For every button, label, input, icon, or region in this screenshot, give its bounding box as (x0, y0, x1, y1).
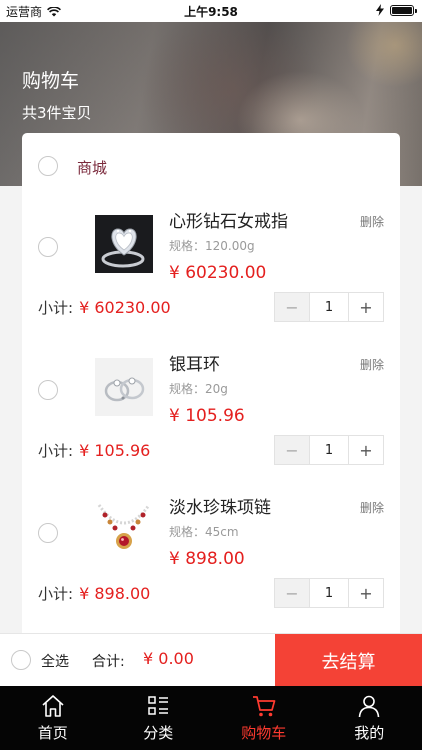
item-name[interactable]: 淡水珍珠项链 (169, 493, 271, 518)
subtotal-value: ¥ 105.96 (79, 441, 151, 460)
item-count: 共3件宝贝 (22, 104, 92, 122)
category-icon (148, 696, 169, 715)
quantity-value[interactable]: 1 (309, 293, 349, 321)
total-value: ¥ 0.00 (143, 649, 194, 668)
select-all-radio[interactable] (11, 650, 31, 670)
checkout-bar: 全选 合计: ¥ 0.00 去结算 (0, 633, 422, 687)
total-label: 合计: (92, 654, 125, 670)
battery-icon (390, 4, 417, 16)
silver-earrings-image[interactable] (95, 358, 153, 416)
item-spec: 规格：120.00g (169, 239, 255, 253)
item-price: ¥ 898.00 (169, 549, 245, 569)
quantity-value[interactable]: 1 (309, 436, 349, 464)
heart-diamond-ring-image[interactable] (95, 215, 153, 273)
shop-row: 商城 (22, 133, 400, 195)
clock: 上午9:58 (184, 5, 238, 19)
status-bar: 运营商 上午9:58 (0, 0, 422, 22)
delete-button[interactable]: 删除 (360, 356, 384, 373)
item-name[interactable]: 心形钻石女戒指 (169, 207, 288, 232)
item-subtotal: 小计: ¥ 105.96 (38, 440, 150, 461)
delete-button[interactable]: 删除 (360, 213, 384, 230)
increase-button[interactable]: + (349, 293, 383, 321)
tab-label: 我的 (354, 724, 385, 742)
cart-item: 心形钻石女戒指 规格：120.00g 删除 ¥ 60230.00 小计: ¥ 6… (22, 195, 400, 338)
item-subtotal: 小计: ¥ 898.00 (38, 583, 150, 604)
tab-label: 分类 (143, 724, 174, 742)
checkout-button[interactable]: 去结算 (275, 634, 422, 687)
tab-profile[interactable]: 我的 (317, 686, 422, 750)
decrease-button[interactable]: − (275, 436, 309, 464)
subtotal-label: 小计: (38, 442, 74, 460)
shop-select-radio[interactable] (38, 156, 58, 176)
subtotal-label: 小计: (38, 585, 74, 603)
decrease-button[interactable]: − (275, 293, 309, 321)
quantity-value[interactable]: 1 (309, 579, 349, 607)
shop-name[interactable]: 商城 (77, 157, 107, 178)
tab-home[interactable]: 首页 (0, 686, 106, 750)
item-price: ¥ 105.96 (169, 406, 245, 426)
tab-label: 首页 (37, 724, 68, 742)
item-spec: 规格：45cm (169, 525, 239, 539)
tab-label: 购物车 (241, 724, 287, 742)
delete-button[interactable]: 删除 (360, 499, 384, 516)
cart-icon (252, 696, 276, 717)
charging-icon (376, 4, 384, 16)
page-title: 购物车 (22, 70, 80, 92)
quantity-stepper: − 1 + (274, 578, 384, 608)
tab-cart[interactable]: 购物车 (211, 686, 317, 750)
increase-button[interactable]: + (349, 579, 383, 607)
subtotal-value: ¥ 898.00 (79, 584, 151, 603)
decrease-button[interactable]: − (275, 579, 309, 607)
item-price: ¥ 60230.00 (169, 263, 267, 283)
cart-item: 淡水珍珠项链 规格：45cm 删除 ¥ 898.00 小计: ¥ 898.00 … (22, 481, 400, 624)
cart-item: 银耳环 规格：20g 删除 ¥ 105.96 小计: ¥ 105.96 − 1 … (22, 338, 400, 481)
pearl-necklace-image[interactable] (95, 501, 153, 559)
item-select-radio[interactable] (38, 380, 58, 400)
increase-button[interactable]: + (349, 436, 383, 464)
user-icon (358, 695, 380, 718)
tab-category[interactable]: 分类 (106, 686, 212, 750)
tab-bar: 首页 分类 购物车 我的 (0, 686, 422, 750)
quantity-stepper: − 1 + (274, 435, 384, 465)
item-select-radio[interactable] (38, 523, 58, 543)
item-name[interactable]: 银耳环 (169, 350, 220, 375)
item-select-radio[interactable] (38, 237, 58, 257)
item-spec: 规格：20g (169, 382, 228, 396)
home-icon (42, 695, 64, 717)
quantity-stepper: − 1 + (274, 292, 384, 322)
select-all-label[interactable]: 全选 (41, 651, 69, 671)
cart-card: 商城 心形钻石女戒指 规格：120.00g 删除 ¥ 60230.00 小计: … (22, 133, 400, 633)
subtotal-value: ¥ 60230.00 (79, 298, 171, 317)
item-subtotal: 小计: ¥ 60230.00 (38, 297, 171, 318)
subtotal-label: 小计: (38, 299, 74, 317)
